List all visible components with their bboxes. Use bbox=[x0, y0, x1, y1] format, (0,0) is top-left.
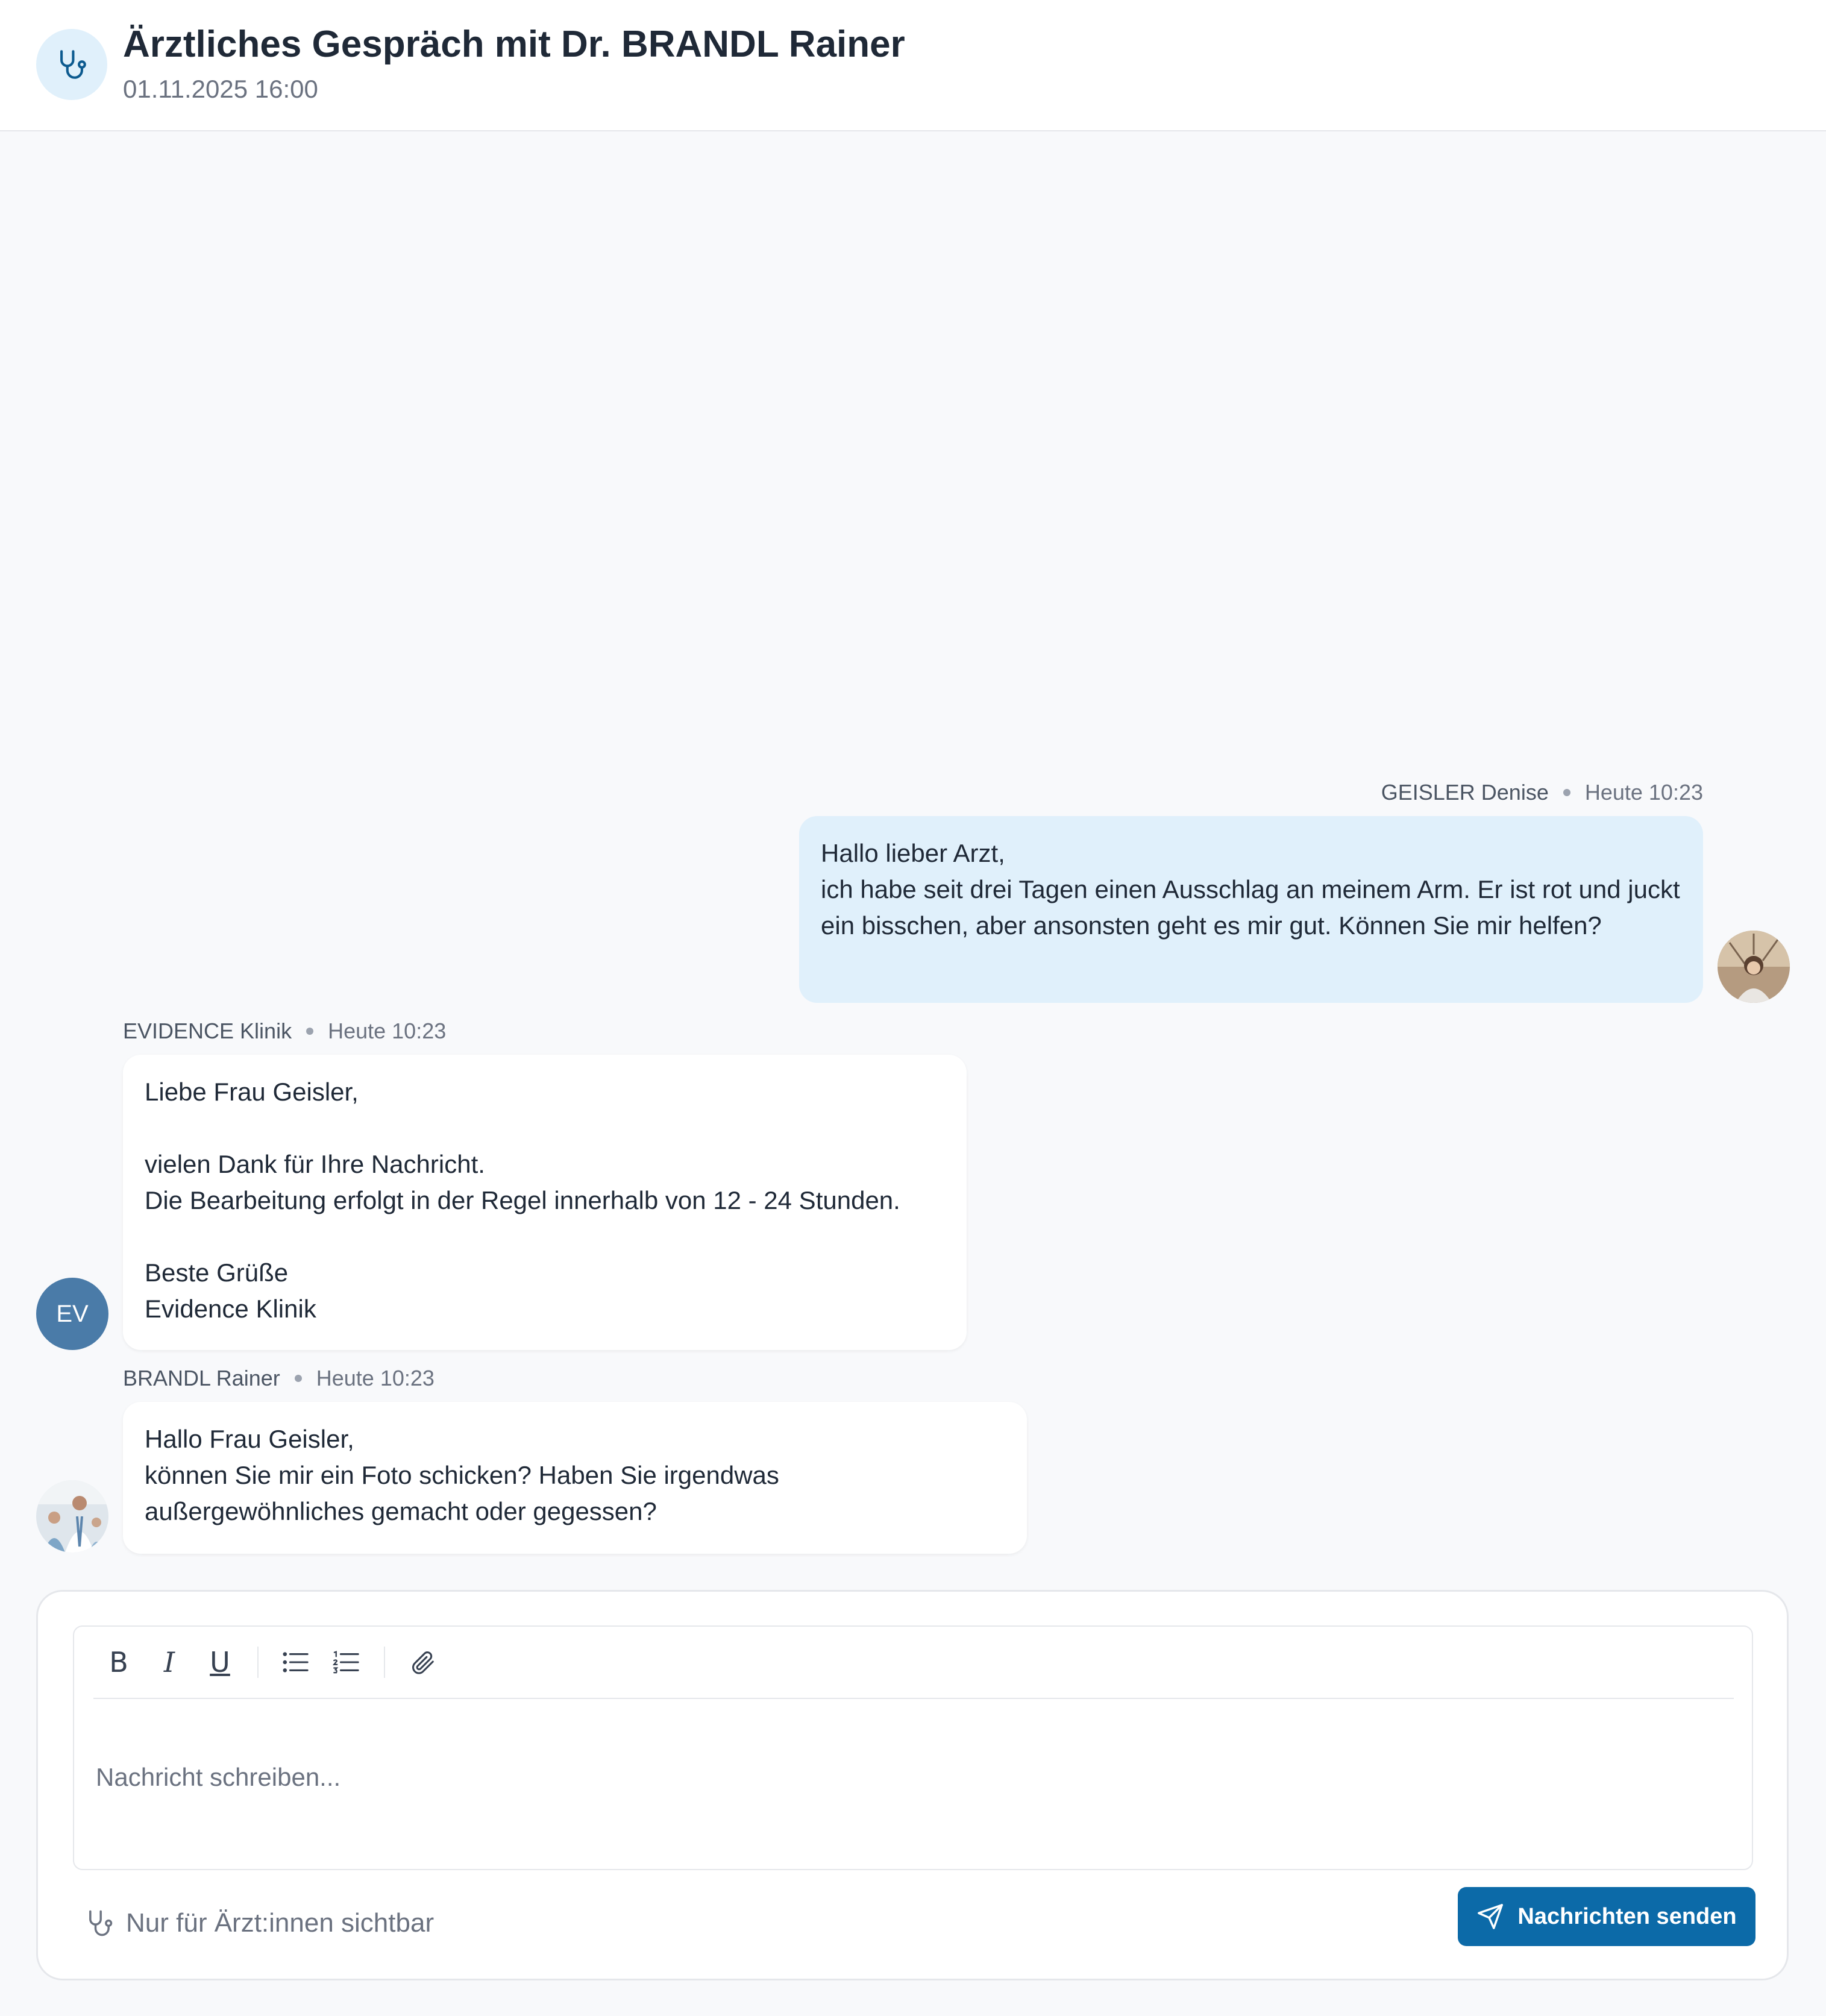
doctor-avatar bbox=[36, 1480, 108, 1553]
message-time: Heute 10:23 bbox=[1584, 780, 1703, 805]
message-sender: EVIDENCE Klinik bbox=[123, 1019, 292, 1043]
page-title: Ärztliches Gespräch mit Dr. BRANDL Raine… bbox=[123, 24, 905, 65]
message-meta: BRANDL Rainer Heute 10:23 bbox=[123, 1366, 435, 1391]
paperclip-icon[interactable] bbox=[397, 1637, 448, 1688]
visibility-label: Nur für Ärzt:innen sichtbar bbox=[126, 1908, 435, 1938]
message-composer: B I U Nachricht schreiben... Nur für Ärz… bbox=[36, 1590, 1789, 1980]
bullet-list-icon[interactable] bbox=[271, 1637, 321, 1688]
message-input[interactable] bbox=[93, 1705, 1721, 1850]
stethoscope-icon bbox=[36, 29, 107, 100]
bold-icon[interactable]: B bbox=[93, 1637, 144, 1688]
patient-avatar bbox=[1718, 931, 1790, 1003]
message-time: Heute 10:23 bbox=[316, 1366, 435, 1390]
separator-dot bbox=[306, 1028, 314, 1035]
clinic-avatar: EV bbox=[36, 1278, 108, 1350]
separator-dot bbox=[294, 1375, 302, 1382]
visibility-toggle[interactable]: Nur für Ärzt:innen sichtbar bbox=[84, 1899, 434, 1947]
message-sender: BRANDL Rainer bbox=[123, 1366, 280, 1390]
incoming-message-bubble: Liebe Frau Geisler, vielen Dank für Ihre… bbox=[123, 1055, 967, 1350]
rich-text-editor[interactable]: B I U bbox=[73, 1625, 1753, 1870]
italic-icon[interactable]: I bbox=[144, 1637, 195, 1688]
message-meta: GEISLER Denise Heute 10:23 bbox=[1381, 780, 1703, 805]
message-sender: GEISLER Denise bbox=[1381, 780, 1549, 805]
message-meta: EVIDENCE Klinik Heute 10:23 bbox=[123, 1019, 446, 1044]
incoming-message-bubble: Hallo Frau Geisler, können Sie mir ein F… bbox=[123, 1402, 1027, 1554]
send-button[interactable]: Nachrichten senden bbox=[1458, 1887, 1755, 1946]
formatting-toolbar: B I U bbox=[93, 1627, 1734, 1699]
send-button-label: Nachrichten senden bbox=[1517, 1903, 1737, 1929]
conversation-header: Ärztliches Gespräch mit Dr. BRANDL Raine… bbox=[0, 0, 1826, 131]
message-time: Heute 10:23 bbox=[328, 1019, 447, 1043]
toolbar-divider bbox=[384, 1647, 385, 1678]
separator-dot bbox=[1563, 789, 1570, 796]
numbered-list-icon[interactable] bbox=[321, 1637, 372, 1688]
stethoscope-icon bbox=[89, 1910, 113, 1936]
underline-icon[interactable]: U bbox=[195, 1637, 245, 1688]
toolbar-divider bbox=[257, 1647, 259, 1678]
send-icon bbox=[1478, 1904, 1504, 1929]
outgoing-message-bubble: Hallo lieber Arzt, ich habe seit drei Ta… bbox=[799, 816, 1703, 1003]
appointment-datetime: 01.11.2025 16:00 bbox=[123, 75, 318, 103]
